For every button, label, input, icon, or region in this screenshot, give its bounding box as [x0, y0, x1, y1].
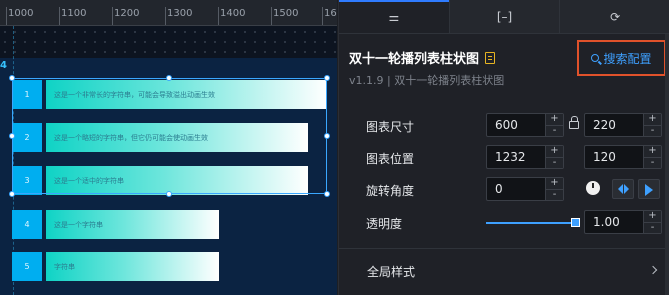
rotation-dial-icon[interactable] — [586, 181, 600, 195]
width-value: 600 — [495, 118, 518, 132]
height-value: 220 — [593, 118, 616, 132]
resize-handle-top-left[interactable] — [9, 75, 15, 81]
ruler-tick — [165, 7, 166, 25]
resize-handle-left[interactable] — [9, 133, 15, 139]
horizontal-ruler: 1000 1100 1200 1300 1400 1500 16 — [0, 0, 337, 26]
row-index: 4 — [12, 210, 42, 239]
y-input[interactable]: 120 + - — [584, 145, 662, 169]
decrement-button[interactable]: - — [546, 125, 563, 136]
flip-horizontal-icon[interactable] — [612, 179, 634, 199]
row-bar: 字符串 — [46, 252, 219, 281]
height-stepper[interactable]: + - — [643, 114, 661, 136]
panel-tabs: ⚌ [–] ⟳ — [339, 0, 669, 34]
opacity-label: 透明度 — [366, 217, 403, 231]
decrement-button[interactable]: - — [644, 157, 661, 168]
width-input[interactable]: 600 + - — [486, 113, 564, 137]
resize-handle-top[interactable] — [166, 75, 172, 81]
x-stepper[interactable]: + - — [545, 146, 563, 168]
ruler-tick — [59, 7, 60, 25]
tab-data[interactable]: [–] — [448, 0, 560, 33]
rotation-value: 0 — [495, 182, 503, 196]
increment-button[interactable]: + — [546, 114, 563, 125]
increment-button[interactable]: + — [644, 114, 661, 125]
properties-panel: ⚌ [–] ⟳ 双十一轮播列表柱状图 v1.1.9 | 双十一轮播列表柱状图 搜… — [338, 0, 669, 295]
ruler-label: 1000 — [8, 8, 34, 19]
row-index: 5 — [12, 252, 42, 281]
flip-vertical-icon[interactable] — [638, 179, 660, 199]
opacity-input[interactable]: 1.00 + - — [584, 210, 662, 234]
x-input[interactable]: 1232 + - — [486, 145, 564, 169]
resize-handle-bottom-left[interactable] — [9, 191, 15, 197]
rotation-label: 旋转角度 — [366, 184, 415, 198]
opacity-slider-track[interactable] — [486, 222, 576, 224]
search-config-button[interactable]: 搜索配置 — [577, 40, 666, 76]
rotation-stepper[interactable]: + - — [545, 178, 563, 200]
decrement-button[interactable]: - — [644, 222, 661, 233]
height-input[interactable]: 220 + - — [584, 113, 662, 137]
decrement-button[interactable]: - — [546, 157, 563, 168]
ruler-tick — [218, 7, 219, 25]
sliders-icon: ⚌ — [388, 9, 400, 24]
editor-canvas[interactable]: 1000 1100 1200 1300 1400 1500 16 4 1 这是一… — [0, 0, 337, 295]
ruler-label: 16 — [324, 8, 337, 19]
decrement-button[interactable]: - — [644, 125, 661, 136]
size-label: 图表尺寸 — [366, 120, 415, 134]
component-version: v1.1.9 | 双十一轮播列表柱状图 — [349, 74, 505, 87]
increment-button[interactable]: + — [546, 178, 563, 189]
lock-icon[interactable] — [569, 116, 579, 129]
ruler-tick — [271, 7, 272, 25]
tab-config[interactable]: ⚌ — [339, 0, 449, 33]
refresh-icon: ⟳ — [610, 9, 621, 24]
y-value: 120 — [593, 150, 616, 164]
ruler-label: 1100 — [61, 8, 87, 19]
opacity-stepper[interactable]: + - — [643, 211, 661, 233]
chevron-right-icon — [648, 265, 658, 275]
global-style-section[interactable]: 全局样式 — [339, 258, 669, 284]
scrollbar[interactable] — [665, 34, 669, 295]
ruler-tick — [6, 7, 7, 25]
component-header: 双十一轮播列表柱状图 — [349, 48, 496, 67]
resize-handle-top-right[interactable] — [324, 75, 330, 81]
y-stepper[interactable]: + - — [643, 146, 661, 168]
tab-interaction[interactable]: ⟳ — [559, 0, 669, 33]
increment-button[interactable]: + — [546, 146, 563, 157]
search-icon — [591, 54, 600, 62]
increment-button[interactable]: + — [644, 146, 661, 157]
ruler-label: 1500 — [273, 8, 299, 19]
document-icon[interactable] — [485, 51, 496, 64]
ruler-label: 1200 — [114, 8, 140, 19]
rotation-input[interactable]: 0 + - — [486, 177, 564, 201]
section-label: 全局样式 — [367, 265, 416, 279]
ruler-tick — [112, 7, 113, 25]
position-label: 图表位置 — [366, 152, 415, 166]
search-config-label: 搜索配置 — [603, 51, 652, 66]
component-title: 双十一轮播列表柱状图 — [349, 52, 480, 67]
ruler-label: 1400 — [220, 8, 246, 19]
section-divider — [339, 248, 669, 249]
ruler-label: 1300 — [167, 8, 193, 19]
increment-button[interactable]: + — [644, 211, 661, 222]
row-bar: 这是一个字符串 — [46, 210, 219, 239]
resize-handle-bottom-right[interactable] — [324, 191, 330, 197]
decrement-button[interactable]: - — [546, 189, 563, 200]
resize-handle-right[interactable] — [324, 133, 330, 139]
bracket-code-icon: [–] — [496, 9, 513, 24]
ruler-tick — [322, 7, 323, 25]
x-value: 1232 — [495, 150, 526, 164]
opacity-value: 1.00 — [593, 215, 620, 229]
resize-handle-bottom[interactable] — [166, 191, 172, 197]
width-stepper[interactable]: + - — [545, 114, 563, 136]
guide-label: 4 — [0, 60, 7, 71]
opacity-slider-thumb[interactable] — [571, 218, 580, 227]
selection-box[interactable] — [12, 78, 327, 194]
